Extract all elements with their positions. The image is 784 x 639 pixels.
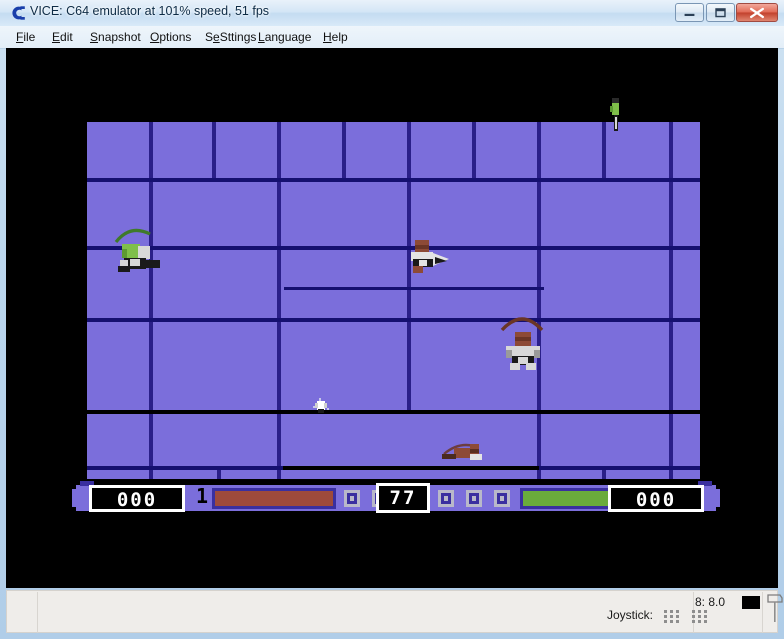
hud-chassis-left xyxy=(72,489,80,507)
grid-vline xyxy=(537,122,541,178)
vice-main-window: VICE: C64 emulator at 101% speed, 51 fps… xyxy=(0,0,784,639)
window-title: VICE: C64 emulator at 101% speed, 51 fps xyxy=(30,4,270,18)
game-playfield xyxy=(87,122,700,508)
game-hud: 000 1 77 000 xyxy=(72,479,720,515)
player-green-helmet xyxy=(110,216,166,281)
game-timer: 77 xyxy=(376,483,430,513)
menu-item-options[interactable]: Options xyxy=(144,29,197,45)
field-row-4 xyxy=(87,322,700,410)
grid-vline xyxy=(537,414,541,466)
grid-vline xyxy=(407,122,411,178)
field-row-3 xyxy=(87,250,700,318)
grid-vline xyxy=(669,122,673,178)
close-button[interactable] xyxy=(736,3,778,22)
menu-item-file[interactable]: File xyxy=(10,29,41,45)
grid-vline xyxy=(277,322,281,410)
player1-number: 1 xyxy=(196,484,209,508)
hud-chassis-right xyxy=(712,489,720,507)
drive-led-indicator xyxy=(742,596,760,609)
grid-vline xyxy=(669,182,673,246)
grid-vline xyxy=(537,182,541,246)
field-row-2 xyxy=(87,182,700,246)
player2-score: 000 xyxy=(608,485,704,512)
status-divider xyxy=(762,592,763,633)
grid-vline xyxy=(149,414,153,466)
grid-vline xyxy=(277,122,281,178)
grid-vline xyxy=(149,322,153,410)
menu-item-help[interactable]: Help xyxy=(317,29,354,45)
grid-vline xyxy=(669,322,673,410)
grid-vline xyxy=(669,250,673,318)
emulator-canvas[interactable]: 000 1 77 000 xyxy=(6,48,778,588)
hud-icon-group-right xyxy=(436,487,520,515)
vice-commodore-c-icon xyxy=(8,4,26,22)
menu-item-language[interactable]: Language xyxy=(252,29,317,45)
grid-vline xyxy=(277,414,281,466)
ball-puck xyxy=(310,396,332,423)
grid-vline xyxy=(342,122,346,178)
drive-status-text: 8: 8.0 xyxy=(695,595,726,609)
menu-item-snapshot[interactable]: Snapshot xyxy=(84,29,147,45)
grid-vline xyxy=(277,250,281,318)
grid-vline xyxy=(277,182,281,246)
grid-vline xyxy=(472,122,476,178)
menu-bar: File Edit Snapshot Options SeSttings Lan… xyxy=(0,26,784,49)
grid-vline xyxy=(669,414,673,466)
player1-score: 000 xyxy=(89,485,185,512)
grid-vline xyxy=(149,122,153,178)
grid-hline-partial xyxy=(284,287,544,290)
title-bar: VICE: C64 emulator at 101% speed, 51 fps xyxy=(0,0,784,27)
player-brown-fallen xyxy=(440,430,496,465)
status-divider xyxy=(37,592,38,633)
maximize-button[interactable] xyxy=(706,3,735,22)
menu-item-edit[interactable]: Edit xyxy=(46,29,79,45)
status-bar: Joystick: 8: 8.0 xyxy=(6,590,783,633)
field-row-5 xyxy=(87,414,700,466)
grid-vline xyxy=(602,122,606,178)
player-brown-standing xyxy=(494,306,552,377)
player1-energy-fill xyxy=(215,491,333,506)
tape-counter-icon[interactable] xyxy=(767,593,783,625)
joystick-label: Joystick: xyxy=(607,608,654,622)
grid-vline xyxy=(212,122,216,178)
joystick-dots-icon[interactable] xyxy=(662,609,720,630)
player-brown-diving xyxy=(405,233,453,282)
grid-vline xyxy=(407,322,411,410)
minimize-button[interactable] xyxy=(675,3,704,22)
field-marker-green xyxy=(609,98,623,143)
